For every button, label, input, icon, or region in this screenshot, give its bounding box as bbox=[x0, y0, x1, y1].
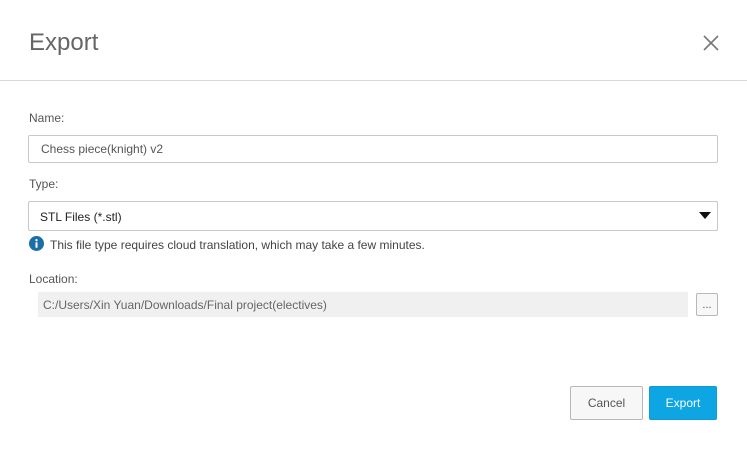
name-input[interactable] bbox=[28, 135, 718, 163]
type-label: Type: bbox=[29, 177, 59, 191]
cancel-button[interactable]: Cancel bbox=[570, 386, 643, 420]
type-selected-value: STL Files (*.stl) bbox=[40, 210, 122, 224]
close-icon bbox=[703, 35, 719, 51]
export-dialog: Export Name: Type: STL Files (*.stl) Thi… bbox=[0, 0, 747, 455]
location-path: C:/Users/Xin Yuan/Downloads/Final projec… bbox=[43, 298, 327, 312]
dropdown-arrow-icon bbox=[699, 212, 711, 219]
location-field: C:/Users/Xin Yuan/Downloads/Final projec… bbox=[38, 292, 688, 317]
dialog-title: Export bbox=[29, 29, 99, 56]
info-text: This file type requires cloud translatio… bbox=[50, 238, 425, 252]
type-select[interactable]: STL Files (*.stl) bbox=[28, 201, 718, 231]
export-button[interactable]: Export bbox=[649, 386, 717, 420]
info-icon bbox=[29, 236, 44, 251]
dialog-header: Export bbox=[0, 0, 747, 81]
browse-button[interactable]: ... bbox=[696, 293, 718, 316]
name-label: Name: bbox=[29, 111, 65, 125]
close-button[interactable] bbox=[700, 32, 722, 54]
location-label: Location: bbox=[29, 272, 78, 286]
